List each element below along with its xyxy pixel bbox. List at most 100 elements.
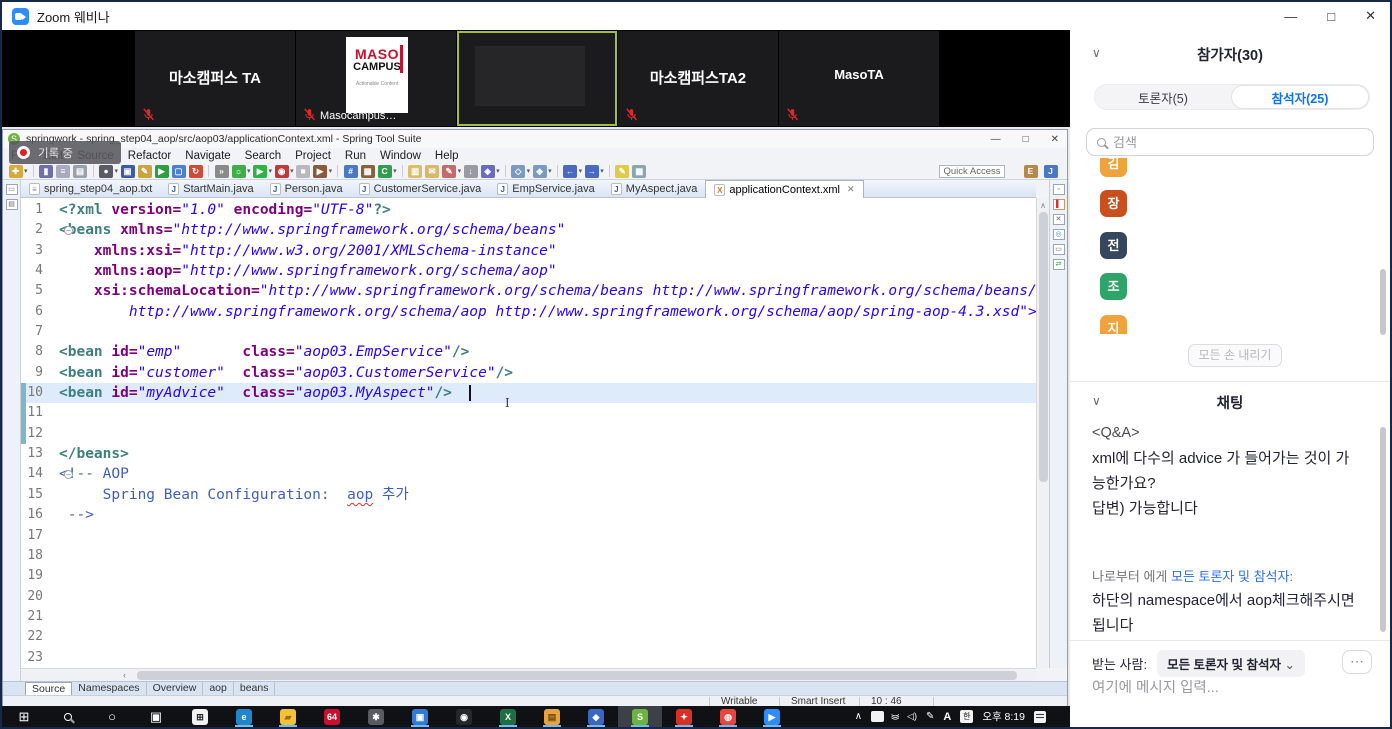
chevron-down-icon[interactable]: ▾ (247, 167, 251, 175)
store-app[interactable]: ⊞ (178, 706, 222, 727)
scroll-left-arrow-icon[interactable]: ‹ (123, 670, 126, 680)
menu-project[interactable]: Project (295, 150, 331, 162)
code-line[interactable]: 4 xmlns:aop="http://www.springframework.… (21, 261, 1036, 281)
code-line[interactable]: 8<bean id="emp" class="aop03.EmpService"… (21, 342, 1036, 362)
lower-all-hands-button[interactable]: 모든 손 내리기 (1188, 344, 1282, 367)
skip-breakpoints-icon[interactable]: » (215, 165, 229, 178)
restore-outline-icon[interactable]: ▫ (1053, 184, 1065, 195)
zoom-minimize-button[interactable]: — (1284, 9, 1297, 24)
forward-icon[interactable]: → (585, 165, 599, 178)
debug-icon[interactable]: ☼ (232, 165, 246, 178)
code-line[interactable]: 16 --> (21, 505, 1036, 525)
chat-more-button[interactable]: ⋯ (1342, 650, 1372, 674)
code-line[interactable]: 7 (21, 322, 1036, 342)
code-line[interactable]: 22 (21, 627, 1036, 647)
code-line[interactable]: 1<?xml version="1.0" encoding="UTF-8"?> (21, 200, 1036, 220)
profile-user-icon[interactable]: ● (99, 165, 113, 178)
view-tab-overview[interactable]: Overview (147, 682, 204, 695)
file-explorer-app[interactable]: ▰ (266, 706, 310, 727)
zoom-close-button[interactable]: ✕ (1365, 8, 1376, 24)
video-tile[interactable]: MasoTA (779, 31, 939, 126)
code-line[interactable]: 14–<!-- AOP (21, 464, 1036, 484)
chevron-down-icon[interactable]: ▾ (600, 167, 604, 175)
tray-expand-icon[interactable]: ∧ (855, 711, 862, 722)
code-line[interactable]: 20 (21, 587, 1036, 607)
participants-list[interactable]: 김장전조지 (1070, 158, 1390, 334)
participants-tab-attendees[interactable]: 참석자(25) (1231, 85, 1369, 109)
participant-avatar[interactable]: 조 (1100, 273, 1127, 300)
editor-tab[interactable]: JEmpService.java (489, 180, 603, 198)
editor-vertical-scrollbar[interactable]: ∧ (1036, 198, 1049, 668)
code-line[interactable]: 3 xmlns:xsi="http://www.w3.org/2001/XMLS… (21, 241, 1036, 261)
code-line[interactable]: 23 (21, 648, 1036, 668)
quick-access-box[interactable]: Quick Access (939, 165, 1005, 178)
open-task-icon[interactable]: ▥ (408, 165, 422, 178)
zoom-maximize-button[interactable]: □ (1327, 9, 1335, 24)
jar-icon[interactable]: ◈ (481, 165, 495, 178)
run-history-icon[interactable]: ▶ (313, 165, 327, 178)
participant-search-box[interactable] (1086, 128, 1374, 156)
java-ee-perspective-icon[interactable]: E (1024, 165, 1038, 178)
scroll-up-arrow-icon[interactable]: ∧ (1037, 201, 1049, 210)
settings-app[interactable]: ✱ (354, 706, 398, 727)
toggle-editor-icon[interactable]: ▢ (172, 165, 186, 178)
view-tab-source[interactable]: Source (25, 682, 72, 695)
red64-app[interactable]: 64 (310, 706, 354, 727)
new-wizard-icon[interactable]: ✚ (9, 165, 23, 178)
video-tile[interactable]: MASOCAMPUSActionable ContentMasocampus… (296, 31, 456, 126)
code-line[interactable]: 15 Spring Bean Configuration: aop 추가 (21, 485, 1036, 505)
close-view-icon[interactable]: ✕ (1053, 214, 1065, 225)
import-icon[interactable]: ↓ (464, 165, 478, 178)
view-tab-aop[interactable]: aop (203, 682, 234, 695)
chevron-down-icon[interactable]: ▾ (527, 167, 531, 175)
tray-clock[interactable]: 오후 8:19 (982, 709, 1025, 724)
next-annotation-icon[interactable]: ◆ (533, 165, 547, 178)
cortana-button[interactable]: ○ (90, 706, 134, 727)
console-view-icon[interactable]: ▭ (1053, 244, 1065, 255)
code-line[interactable]: 2–<beans xmlns="http://www.springframewo… (21, 220, 1036, 240)
menu-window[interactable]: Window (380, 150, 421, 162)
editor-tab[interactable]: ≡spring_step04_aop.txt (21, 180, 160, 198)
edge-app[interactable]: e (222, 706, 266, 727)
clear-console-icon[interactable]: ✎ (138, 165, 152, 178)
spring-tool-suite-app[interactable]: S (618, 706, 662, 727)
participants-tab-panelists[interactable]: 토론자(5) (1095, 85, 1231, 109)
red-app[interactable]: ✦ (662, 706, 706, 727)
restore-view-icon[interactable]: ▤ (6, 199, 18, 210)
outline-marker-icon[interactable]: ▌ (1053, 199, 1065, 210)
code-line[interactable]: 11 (21, 403, 1036, 423)
participant-avatar[interactable]: 지 (1100, 315, 1127, 334)
editor-tab[interactable]: XapplicationContext.xml✕ (705, 180, 863, 198)
eclipse-close-button[interactable]: ✕ (1051, 134, 1059, 145)
video-tile[interactable]: 마소캠퍼스 TA (135, 31, 295, 126)
code-line[interactable]: 10<bean id="myAdvice" class="aop03.MyAsp… (21, 383, 1036, 403)
pen-icon[interactable]: ✎ (926, 711, 934, 722)
run-icon[interactable]: ▶ (253, 165, 267, 178)
code-line[interactable]: 13</beans> (21, 444, 1036, 464)
yellow-app[interactable]: ▤ (530, 706, 574, 727)
editor-tab[interactable]: JMyAspect.java (603, 180, 706, 198)
editor-tab[interactable]: JPerson.java (262, 180, 351, 198)
code-line[interactable]: 18 (21, 546, 1036, 566)
previous-annotation-icon[interactable]: ◇ (511, 165, 525, 178)
code-editor[interactable]: 1<?xml version="1.0" encoding="UTF-8"?>2… (21, 198, 1036, 668)
chevron-down-icon[interactable]: ▾ (24, 167, 28, 175)
notification-icon[interactable] (1034, 711, 1046, 723)
code-line[interactable]: 5 xsi:schemaLocation="http://www.springf… (21, 281, 1036, 301)
menu-navigate[interactable]: Navigate (185, 150, 230, 162)
eclipse-maximize-button[interactable]: □ (1023, 134, 1029, 145)
participant-avatar[interactable]: 김 (1100, 158, 1127, 177)
code-line[interactable]: 9<bean id="customer" class="aop03.Custom… (21, 363, 1036, 383)
chat-message-list[interactable]: <Q&A>xml에 다수의 advice 가 들어가는 것이 가능한가요?답변)… (1092, 422, 1368, 639)
chat-message-input[interactable] (1092, 680, 1368, 696)
participant-avatar[interactable]: 장 (1100, 190, 1127, 217)
zoom-app[interactable]: ▶ (750, 706, 794, 727)
editor-tab[interactable]: JStartMain.java (160, 180, 261, 198)
editor-horizontal-scrollbar[interactable]: ‹ (21, 668, 1036, 681)
chevron-down-icon[interactable]: ▾ (115, 167, 119, 175)
servers-view-icon[interactable]: ⇄ (1053, 259, 1065, 270)
new-package-icon[interactable]: ▦ (361, 165, 375, 178)
chevron-down-icon[interactable]: ▾ (290, 167, 294, 175)
menu-refactor[interactable]: Refactor (128, 150, 171, 162)
mail-icon[interactable]: ✉ (425, 165, 439, 178)
